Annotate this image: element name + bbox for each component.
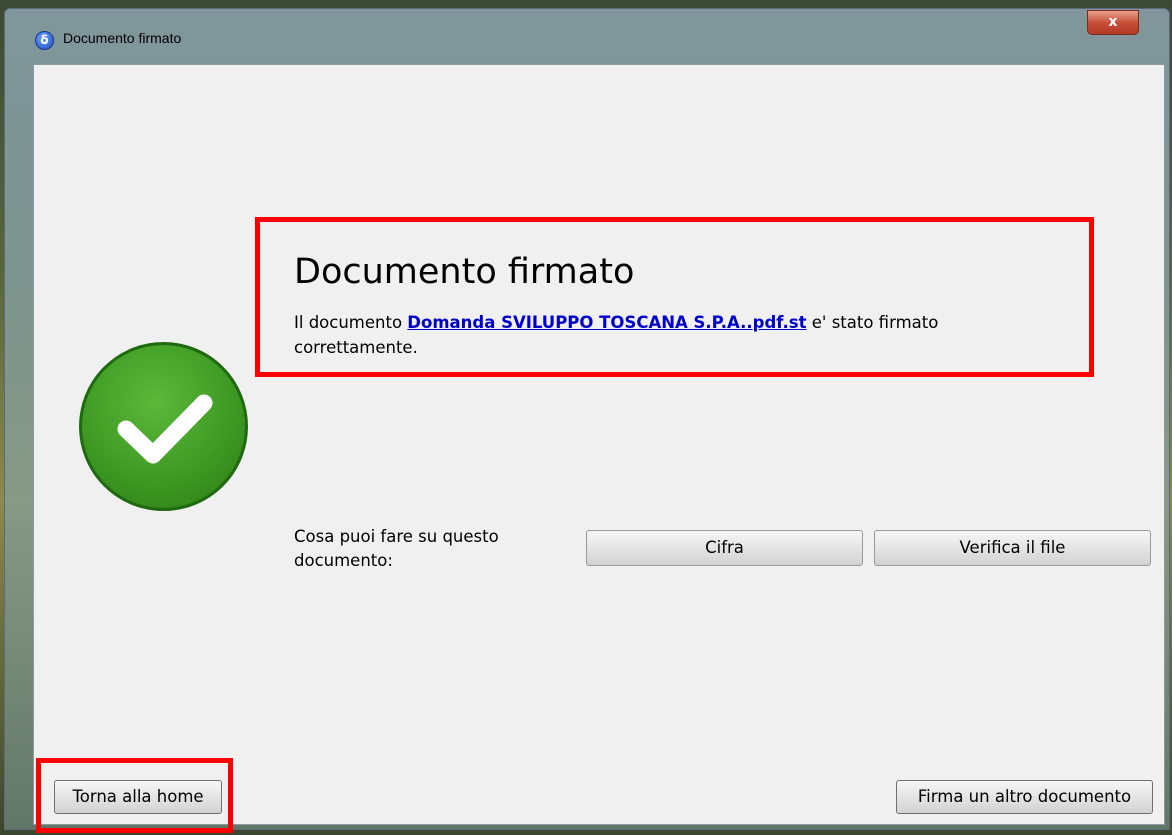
title-bar[interactable]: δ Documento firmato x <box>5 9 1169 64</box>
dialog-window: δ Documento firmato x Documento firmato … <box>4 8 1170 833</box>
success-check-icon <box>79 342 248 511</box>
window-title: Documento firmato <box>63 30 182 46</box>
encrypt-button[interactable]: Cifra <box>586 530 863 566</box>
back-home-button[interactable]: Torna alla home <box>54 780 222 814</box>
dialog-content: Documento firmato Il documento Domanda S… <box>33 64 1165 833</box>
document-link[interactable]: Domanda SVILUPPO TOSCANA S.P.A..pdf.st <box>407 313 806 332</box>
app-icon: δ <box>35 31 54 50</box>
message-prefix: Il documento <box>294 313 408 332</box>
actions-label: Cosa puoi fare su questo documento: <box>294 527 499 570</box>
sign-another-document-button[interactable]: Firma un altro documento <box>896 780 1153 814</box>
status-message: Il documento Domanda SVILUPPO TOSCANA S.… <box>294 310 1054 360</box>
verify-file-button[interactable]: Verifica il file <box>874 530 1151 566</box>
close-button[interactable]: x <box>1087 10 1139 35</box>
page-title: Documento firmato <box>294 252 635 292</box>
